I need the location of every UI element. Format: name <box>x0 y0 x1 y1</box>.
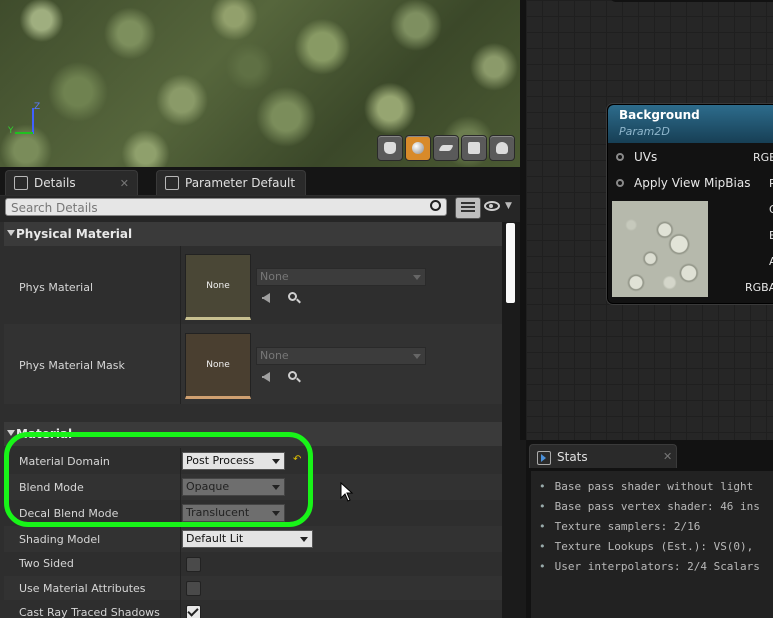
asset-thumbnail[interactable]: None <box>185 254 251 320</box>
axis-z-label: Z <box>34 102 41 112</box>
property-row-cast-ray-traced-shadows: Cast Ray Traced Shadows <box>4 600 502 618</box>
texture-param-node[interactable]: Background Param2D UVs Apply View MipBia… <box>607 104 773 304</box>
stats-panel: Base pass shader without light Base pass… <box>526 468 773 618</box>
two-sided-checkbox[interactable] <box>186 557 201 572</box>
tab-stats-label: Stats <box>557 450 588 464</box>
property-row-phys-material: Phys Material None None <box>4 246 502 324</box>
stats-line: Base pass shader without light <box>539 480 754 493</box>
cube-icon <box>468 142 480 154</box>
use-material-attributes-checkbox[interactable] <box>186 581 201 596</box>
property-row-two-sided: Two Sided <box>4 552 502 576</box>
eye-icon[interactable] <box>484 201 500 211</box>
sphere-icon <box>412 142 424 154</box>
stats-icon <box>537 451 551 465</box>
stats-tab-bar: Stats ✕ <box>526 440 773 469</box>
property-row-use-material-attributes: Use Material Attributes <box>4 576 502 600</box>
close-icon[interactable]: ✕ <box>663 445 672 469</box>
input-pin[interactable] <box>616 179 624 187</box>
scrollbar-thumb[interactable] <box>506 223 515 303</box>
teapot-icon <box>496 142 508 154</box>
node-title: Background <box>619 108 700 122</box>
output-pin-label[interactable]: A <box>769 255 773 268</box>
output-pin-label[interactable]: RGB <box>753 151 773 164</box>
browse-magnifier-icon[interactable] <box>288 292 297 301</box>
property-row-shading-model: Shading Model Default Lit <box>4 526 502 552</box>
stats-line: Base pass vertex shader: 46 ins <box>539 500 760 513</box>
asset-picker-combo[interactable]: None <box>256 268 426 286</box>
tab-details[interactable]: Details ✕ <box>5 170 138 195</box>
details-panel: Physical Material Phys Material None Non… <box>0 222 502 618</box>
browse-magnifier-icon[interactable] <box>288 371 297 380</box>
search-input[interactable]: Search Details <box>5 198 447 216</box>
property-label: Phys Material <box>19 281 94 294</box>
annotation-highlight-outline <box>4 432 313 527</box>
stats-line: User interpolators: 2/4 Scalars <box>539 560 760 573</box>
details-search-row: Search Details ▼ <box>0 196 520 222</box>
use-selected-arrow-icon[interactable] <box>262 372 270 382</box>
input-pin-label: UVs <box>634 150 658 164</box>
property-label: Phys Material Mask <box>19 359 125 372</box>
chevron-down-icon[interactable]: ▼ <box>505 201 512 211</box>
parameters-icon <box>165 176 179 190</box>
property-label: Two Sided <box>19 557 74 570</box>
preview-cube-button[interactable] <box>461 135 487 161</box>
preview-teapot-button[interactable] <box>489 135 515 161</box>
property-matrix-button[interactable] <box>455 197 481 219</box>
input-pin-label: Apply View MipBias <box>634 176 751 190</box>
preview-sphere-button[interactable] <box>405 135 431 161</box>
texture-preview-thumbnail <box>612 201 708 297</box>
details-tab-bar: Details ✕ Parameter Defaults <box>0 167 520 196</box>
category-physical-material[interactable]: Physical Material <box>4 222 502 246</box>
use-selected-arrow-icon[interactable] <box>262 293 270 303</box>
axis-gizmo: Z Y <box>8 102 44 140</box>
cylinder-icon <box>384 142 396 154</box>
plane-icon <box>438 145 454 151</box>
close-icon[interactable]: ✕ <box>120 177 129 190</box>
search-icon[interactable] <box>430 200 441 211</box>
shading-model-combo[interactable]: Default Lit <box>182 530 313 548</box>
preview-cylinder-button[interactable] <box>377 135 403 161</box>
property-label: Cast Ray Traced Shadows <box>19 606 160 618</box>
stats-line: Texture Lookups (Est.): VS(0), <box>539 540 754 553</box>
output-pin-label[interactable]: R <box>769 177 773 190</box>
node-subtitle: Param2D <box>619 125 670 138</box>
node-edge <box>610 0 773 2</box>
material-preview-viewport[interactable]: Z Y <box>0 0 520 167</box>
tab-details-label: Details <box>34 176 76 190</box>
node-header[interactable]: Background Param2D <box>608 105 773 143</box>
property-row-phys-material-mask: Phys Material Mask None None <box>4 324 502 404</box>
asset-picker-combo[interactable]: None <box>256 347 426 365</box>
output-pin-label[interactable]: B <box>769 229 773 242</box>
axis-y-label: Y <box>8 126 14 136</box>
output-pin-label[interactable]: RGBA <box>745 281 773 294</box>
tab-parameter-defaults[interactable]: Parameter Defaults <box>156 170 306 195</box>
property-label: Shading Model <box>19 533 101 546</box>
mouse-cursor-icon <box>340 482 354 502</box>
preview-plane-button[interactable] <box>433 135 459 161</box>
input-pin[interactable] <box>616 153 624 161</box>
cast-ray-traced-shadows-checkbox[interactable] <box>186 605 201 618</box>
stats-line: Texture samplers: 2/16 <box>539 520 701 533</box>
output-pin-label[interactable]: G <box>769 203 773 216</box>
details-icon <box>14 176 28 190</box>
property-label: Use Material Attributes <box>19 582 146 595</box>
tab-parameter-defaults-label: Parameter Defaults <box>185 176 295 190</box>
tab-stats[interactable]: Stats ✕ <box>529 444 677 469</box>
asset-thumbnail[interactable]: None <box>185 333 251 399</box>
